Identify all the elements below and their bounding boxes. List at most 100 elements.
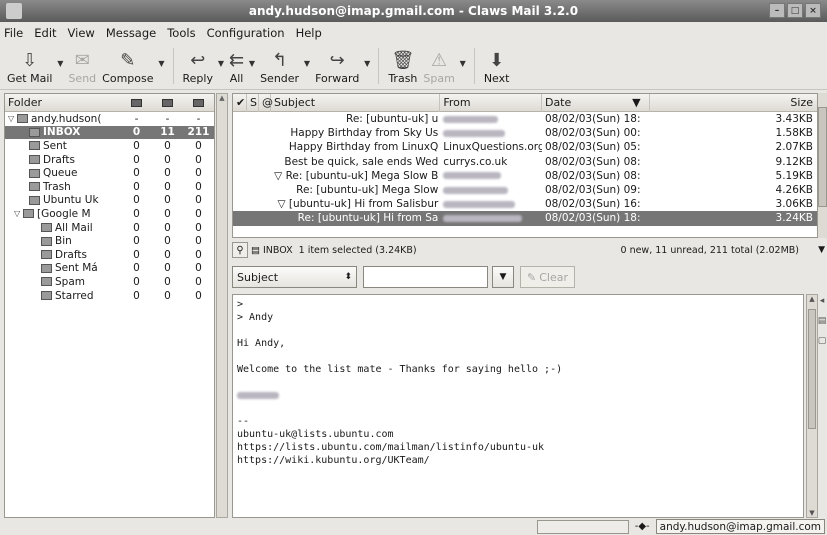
next-button[interactable]: ⬇ Next [481, 43, 513, 89]
quick-search-bar: Subject ⬍ ▼ ✎ Clear [232, 264, 575, 290]
total-column-header[interactable] [183, 98, 214, 107]
date-column-label: Date [544, 96, 572, 109]
message-size: 3.43KB [775, 113, 813, 126]
account-selector[interactable]: andy.hudson@imap.gmail.com [655, 519, 825, 534]
message-row[interactable]: Happy Birthday from Sky Us 08/02/03(Sun) … [233, 126, 817, 140]
attachment-column-header[interactable]: @ [259, 94, 273, 112]
send-button[interactable]: ✉ Send [65, 43, 99, 89]
folder-row[interactable]: Sent 0 0 0 [5, 139, 214, 153]
message-row[interactable]: Re: [ubuntu-uk] Mega Slow 08/02/03(Sun) 0… [233, 183, 817, 197]
folder-row[interactable]: Drafts 0 0 0 [5, 153, 214, 167]
scroll-thumb[interactable] [818, 107, 827, 207]
search-history-dropdown[interactable]: ▼ [492, 266, 514, 288]
forward-button[interactable]: ↪ Forward ▼ [312, 43, 370, 89]
menu-view[interactable]: View [68, 26, 95, 40]
search-input[interactable] [363, 266, 488, 288]
folder-name: Drafts [43, 153, 75, 166]
new-column-header[interactable] [121, 98, 152, 107]
get-mail-button[interactable]: ⇩ Get Mail ▼ [4, 43, 63, 89]
folder-column-header[interactable]: Folder [5, 96, 121, 109]
redacted-signature-blur [237, 391, 279, 399]
menu-file[interactable]: File [4, 26, 23, 40]
folder-row[interactable]: Queue 0 0 0 [5, 166, 214, 180]
folder-name-cell: Ubuntu Uk [5, 194, 121, 206]
document-icon[interactable]: ▢ [818, 336, 827, 346]
message-row[interactable]: Re: [ubuntu-uk] u 08/02/03(Sun) 18: 3.43KB [233, 112, 817, 126]
online-status-icon[interactable]: -◆- [635, 521, 650, 532]
scroll-thumb[interactable] [808, 309, 816, 429]
folder-new-count: 0 [133, 221, 140, 234]
text-part-icon[interactable]: ▤ [818, 316, 827, 326]
message-list-scrollbar[interactable] [818, 93, 827, 238]
date-column-header[interactable]: Date ▼ [542, 94, 650, 112]
folder-row[interactable]: Spam 0 0 0 [5, 275, 214, 289]
chevron-down-icon[interactable]: ▼ [304, 59, 310, 68]
from-column-header[interactable]: From [440, 94, 542, 112]
folder-row[interactable]: ▽ [Google M 0 0 0 [5, 207, 214, 221]
body-line: -- [237, 416, 250, 427]
message-size: 4.26KB [775, 184, 813, 197]
size-column-header[interactable]: Size [650, 94, 817, 112]
message-row[interactable]: ▽ [ubuntu-uk] Hi from Salisbur 08/02/03(S… [233, 197, 817, 211]
search-toggle-icon[interactable]: ⚲ [232, 242, 248, 258]
trash-button[interactable]: 🗑 Trash [385, 43, 420, 89]
body-line [237, 325, 799, 338]
message-row[interactable]: Happy Birthday from LinuxQ LinuxQuestions… [233, 140, 817, 154]
scroll-up-icon[interactable]: ▲ [807, 295, 817, 303]
chevron-down-icon[interactable]: ▼ [249, 59, 255, 68]
folder-scrollbar[interactable]: ▲ [216, 93, 228, 518]
search-type-value: Subject [237, 270, 279, 284]
sender-button[interactable]: ↰ Sender ▼ [257, 43, 310, 89]
spam-button[interactable]: ⚠ Spam ▼ [420, 43, 465, 89]
status-column-header[interactable]: S [247, 94, 259, 112]
minimize-icon[interactable]: – [769, 3, 785, 18]
chevron-down-icon[interactable]: ▼ [158, 59, 164, 68]
folder-row[interactable]: Sent Má 0 0 0 [5, 262, 214, 276]
chevron-down-icon[interactable]: ▼ [57, 59, 63, 68]
chevron-down-icon[interactable]: ▼ [218, 59, 224, 68]
folder-row[interactable]: Ubuntu Uk 0 0 0 [5, 194, 214, 208]
chevron-down-icon[interactable]: ▼ [460, 59, 466, 68]
folder-row[interactable]: Starred 0 0 0 [5, 289, 214, 303]
subject-column-header[interactable]: Subject [271, 94, 441, 112]
unread-column-header[interactable] [152, 98, 183, 107]
search-type-select[interactable]: Subject ⬍ [232, 266, 357, 288]
chevron-down-icon[interactable]: ▼ [818, 245, 825, 255]
message-size: 2.07KB [775, 141, 813, 154]
maximize-icon[interactable]: □ [787, 3, 803, 18]
chevron-down-icon[interactable]: ▼ [364, 59, 370, 68]
scroll-down-icon[interactable]: ▼ [807, 509, 817, 517]
folder-row[interactable]: Bin 0 0 0 [5, 234, 214, 248]
toolbar-label: Spam [423, 72, 455, 85]
menu-configuration[interactable]: Configuration [207, 26, 285, 40]
message-row[interactable]: ▽ Re: [ubuntu-uk] Mega Slow B 08/02/03(Su… [233, 169, 817, 183]
compose-button[interactable]: ✎ Compose ▼ [99, 43, 164, 89]
message-row[interactable]: Best be quick, sale ends Wed currys.co.uk… [233, 155, 817, 169]
menu-tools[interactable]: Tools [167, 26, 195, 40]
expander-icon[interactable]: ▽ [14, 209, 23, 218]
folder-icon [41, 263, 52, 273]
all-button[interactable]: ⇇ All ▼ [226, 43, 255, 89]
folder-icon: ▤ [251, 244, 260, 256]
reply-button[interactable]: ↩ Reply ▼ [180, 43, 224, 89]
menu-edit[interactable]: Edit [34, 26, 56, 40]
message-row[interactable]: Re: [ubuntu-uk] Hi from Sa 08/02/03(Sun) … [233, 211, 817, 226]
scroll-up-icon[interactable]: ▲ [217, 94, 227, 104]
clear-button[interactable]: ✎ Clear [520, 266, 575, 288]
menu-help[interactable]: Help [296, 26, 322, 40]
folder-row[interactable]: ▽ andy.hudson(- - - [5, 112, 214, 126]
message-date: 08/02/03(Sun) 18: [544, 212, 641, 225]
message-date: 08/02/03(Sun) 08: [544, 169, 641, 182]
folder-row[interactable]: All Mail 0 0 0 [5, 221, 214, 235]
close-icon[interactable]: × [805, 3, 821, 18]
folder-unread-count: - [165, 112, 170, 125]
folder-row[interactable]: Trash 0 0 0 [5, 180, 214, 194]
title-bar[interactable]: andy.hudson@imap.gmail.com - Claws Mail … [0, 0, 827, 22]
folder-row[interactable]: Drafts 0 0 0 [5, 248, 214, 262]
mark-column-header[interactable]: ✔ [233, 94, 247, 112]
arrow-left-icon[interactable]: ◂ [820, 296, 825, 306]
message-body[interactable]: > > Andy Hi Andy, Welcome to the list mate … [232, 294, 804, 518]
menu-message[interactable]: Message [106, 26, 156, 40]
expander-icon[interactable]: ▽ [8, 114, 17, 123]
folder-row[interactable]: INBOX 0 11 211 [5, 125, 214, 140]
